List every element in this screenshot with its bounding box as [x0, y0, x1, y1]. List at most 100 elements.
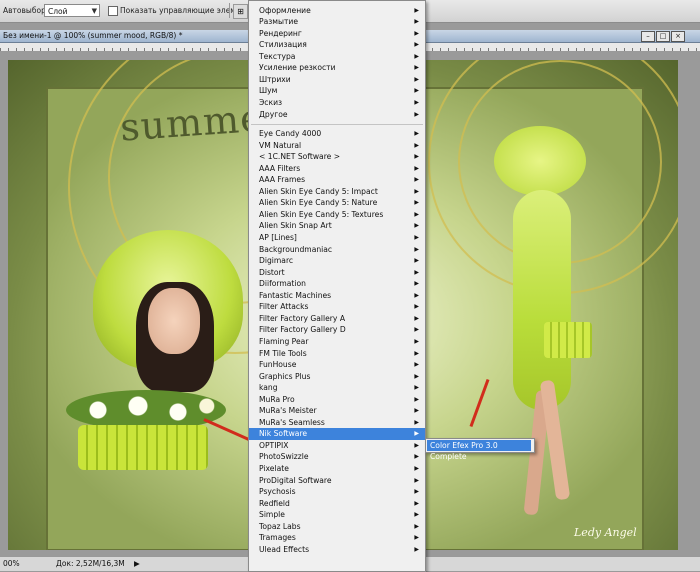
menu-item[interactable]: Filter Factory Gallery A ▶	[249, 313, 425, 325]
menu-item[interactable]: Backgroundmaniac ▶	[249, 244, 425, 256]
menu-item[interactable]: Digimarc ▶	[249, 255, 425, 267]
menu-item[interactable]: Alien Skin Eye Candy 5: Impact ▶	[249, 186, 425, 198]
submenu-arrow-icon: ▶	[414, 164, 419, 172]
menu-item[interactable]: Pixelate ▶	[249, 463, 425, 475]
submenu-arrow-icon: ▶	[414, 245, 419, 253]
menu-item-label: Шум	[259, 86, 278, 96]
menu-item[interactable]: MuRa Pro ▶	[249, 394, 425, 406]
menu-item[interactable]: FM Tile Tools ▶	[249, 348, 425, 360]
menu-item[interactable]: Размытие ▶	[249, 16, 425, 28]
submenu-arrow-icon: ▶	[414, 280, 419, 288]
menu-item-label: OPTIPIX	[259, 440, 289, 450]
menu-item[interactable]: Рендеринг ▶	[249, 28, 425, 40]
hat-image-right	[494, 126, 586, 196]
menu-item[interactable]: Alien Skin Snap Art ▶	[249, 220, 425, 232]
menu-item[interactable]: PhotoSwizzle ▶	[249, 451, 425, 463]
menu-separator	[251, 124, 423, 126]
menu-item[interactable]: Redfield ▶	[249, 498, 425, 510]
menu-item[interactable]: Другое ▶	[249, 109, 425, 121]
menu-item-label: Эскиз	[259, 97, 283, 107]
menu-item[interactable]: Текстура ▶	[249, 51, 425, 63]
menu-item-label: ProDigital Software	[259, 475, 332, 485]
menu-item[interactable]: FunHouse ▶	[249, 359, 425, 371]
submenu-arrow-icon: ▶	[414, 176, 419, 184]
submenu-arrow-icon: ▶	[414, 303, 419, 311]
menu-item[interactable]: AP [Lines] ▶	[249, 232, 425, 244]
menu-item-label: Tramages	[259, 533, 296, 543]
show-controls-checkbox[interactable]	[108, 6, 118, 16]
menu-item-label: MuRa's Seamless	[259, 417, 325, 427]
submenu-arrow-icon: ▶	[414, 453, 419, 461]
menu-item[interactable]: Flaming Pear ▶	[249, 336, 425, 348]
menu-item[interactable]: Alien Skin Eye Candy 5: Textures ▶	[249, 209, 425, 221]
menu-item[interactable]: Psychosis ▶	[249, 486, 425, 498]
menu-item-label: FM Tile Tools	[259, 348, 307, 358]
menu-item-label: < 1C.NET Software >	[259, 152, 341, 162]
zoom-level[interactable]: 00%	[3, 559, 20, 568]
submenu-arrow-icon: ▶	[414, 326, 419, 334]
submenu-arrow-icon: ▶	[414, 6, 419, 14]
nik-software-submenu: Color Efex Pro 3.0 Complete	[425, 438, 535, 461]
menu-item-label: Psychosis	[259, 487, 296, 497]
submenu-arrow-icon: ▶	[414, 41, 419, 49]
menu-item[interactable]: Штрихи ▶	[249, 74, 425, 86]
menu-item-label: Distort	[259, 267, 285, 277]
menu-item-label: Alien Skin Eye Candy 5: Impact	[259, 186, 378, 196]
submenu-arrow-icon: ▶	[414, 64, 419, 72]
submenu-arrow-icon: ▶	[414, 75, 419, 83]
submenu-arrow-icon: ▶	[414, 349, 419, 357]
face-image	[148, 288, 200, 354]
menu-item-label: Штрихи	[259, 74, 291, 84]
menu-item[interactable]: ProDigital Software ▶	[249, 475, 425, 487]
close-icon[interactable]: ×	[671, 31, 685, 42]
menu-item[interactable]: Оформление ▶	[249, 5, 425, 17]
menu-item[interactable]: Filter Attacks ▶	[249, 301, 425, 313]
menu-item-label: AAA Frames	[259, 175, 306, 185]
menu-item[interactable]: Fantastic Machines ▶	[249, 290, 425, 302]
submenu-arrow-icon: ▶	[414, 488, 419, 496]
menu-item[interactable]: AAA Frames ▶	[249, 174, 425, 186]
menu-item[interactable]: Distort ▶	[249, 267, 425, 279]
menu-item[interactable]: Ulead Effects ▶	[249, 544, 425, 556]
autoselect-dropdown[interactable]: Слой ▼	[44, 4, 100, 17]
menu-item[interactable]: Усиление резкости ▶	[249, 62, 425, 74]
menu-item[interactable]: MuRa's Meister ▶	[249, 405, 425, 417]
menu-item[interactable]: Filter Factory Gallery D ▶	[249, 324, 425, 336]
submenu-arrow-icon: ▶	[414, 98, 419, 106]
menu-item-label: FunHouse	[259, 360, 297, 370]
menu-item-color-efex-pro[interactable]: Color Efex Pro 3.0 Complete	[427, 440, 531, 461]
menu-item[interactable]: AAA Filters ▶	[249, 163, 425, 175]
menu-item[interactable]: Alien Skin Eye Candy 5: Nature ▶	[249, 197, 425, 209]
submenu-arrow-icon: ▶	[414, 545, 419, 553]
menu-item[interactable]: Эскиз ▶	[249, 97, 425, 109]
menu-item[interactable]: Topaz Labs ▶	[249, 521, 425, 533]
menu-item[interactable]: VM Natural ▶	[249, 140, 425, 152]
maximize-icon[interactable]: □	[656, 31, 670, 42]
status-arrow-icon[interactable]: ▶	[134, 559, 140, 568]
menu-item-label: Flaming Pear	[259, 336, 309, 346]
menu-item[interactable]: Шум ▶	[249, 85, 425, 97]
chevron-down-icon: ▼	[91, 7, 97, 15]
menu-item[interactable]: Diiformation ▶	[249, 278, 425, 290]
menu-item[interactable]: Nik Software ▶	[249, 428, 425, 440]
menu-item[interactable]: MuRa's Seamless ▶	[249, 417, 425, 429]
minimize-icon[interactable]: –	[641, 31, 655, 42]
menu-item-label: Filter Factory Gallery D	[259, 325, 346, 335]
menu-item[interactable]: Стилизация ▶	[249, 39, 425, 51]
menu-item-label: Pixelate	[259, 464, 289, 473]
menu-item[interactable]: OPTIPIX ▶	[249, 440, 425, 452]
submenu-arrow-icon: ▶	[414, 141, 419, 149]
document-title: Без имени-1 @ 100% (summer mood, RGB/8) …	[3, 31, 183, 40]
menu-item[interactable]: Simple ▶	[249, 509, 425, 521]
menu-item-label: AAA Filters	[259, 163, 301, 173]
menu-item[interactable]: < 1C.NET Software > ▶	[249, 151, 425, 163]
doc-size[interactable]: Док: 2,52M/16,3M	[56, 559, 125, 568]
menu-item[interactable]: Eye Candy 4000 ▶	[249, 128, 425, 140]
submenu-arrow-icon: ▶	[414, 534, 419, 542]
menu-item-label: VM Natural	[259, 140, 302, 150]
align-icon[interactable]: ⊞	[233, 4, 248, 19]
submenu-arrow-icon: ▶	[414, 465, 419, 472]
menu-item[interactable]: Tramages ▶	[249, 532, 425, 544]
menu-item[interactable]: kang ▶	[249, 382, 425, 394]
menu-item[interactable]: Graphics Plus ▶	[249, 371, 425, 383]
